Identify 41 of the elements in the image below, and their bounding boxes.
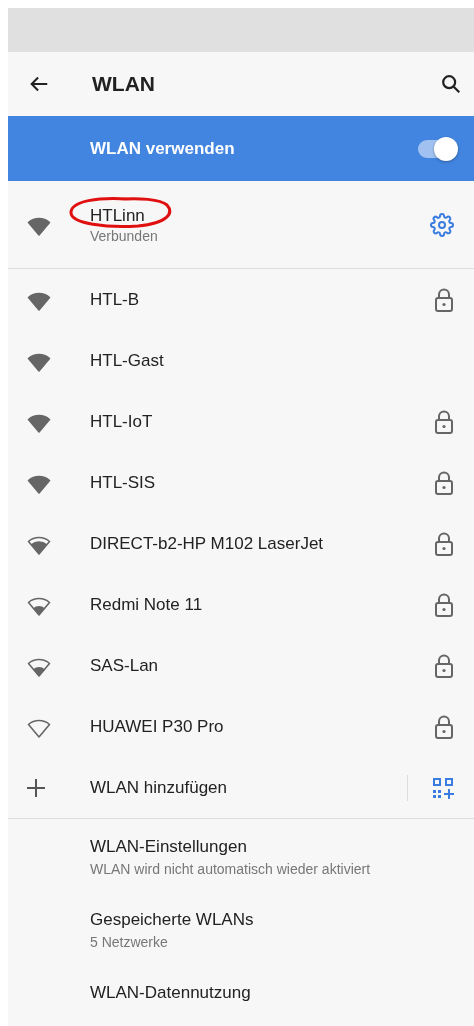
network-item[interactable]: Redmi Note 11 xyxy=(8,574,474,635)
qr-code-icon[interactable] xyxy=(432,776,454,799)
network-name: HTL-IoT xyxy=(90,411,154,432)
lock-icon xyxy=(434,592,454,617)
network-name: HUAWEI P30 Pro xyxy=(90,716,225,737)
network-item[interactable]: HTL-B xyxy=(8,269,474,330)
lock-icon xyxy=(434,287,454,312)
network-item[interactable]: DIRECT-b2-HP M102 LaserJet xyxy=(8,513,474,574)
lock-icon xyxy=(434,470,454,495)
wlan-switch[interactable] xyxy=(418,139,456,158)
network-item[interactable]: HTL-SIS xyxy=(8,452,474,513)
lock-icon xyxy=(434,531,454,556)
network-item[interactable]: SAS-Lan xyxy=(8,635,474,696)
setting-title: WLAN-Datennutzung xyxy=(90,983,252,1003)
lock-icon xyxy=(434,653,454,678)
network-item[interactable]: HUAWEI P30 Pro xyxy=(8,696,474,757)
page-title: WLAN xyxy=(92,72,156,96)
connection-status: Verbunden xyxy=(90,227,159,244)
lock-icon xyxy=(434,409,454,434)
network-name: HTL-SIS xyxy=(90,472,157,493)
setting-summary: WLAN wird nicht automatisch wieder aktiviert xyxy=(90,861,372,877)
setting-summary: 5 Netzwerke xyxy=(90,934,169,950)
settings-item[interactable]: WLAN-Einstellungen WLAN wird nicht automatisch wieder aktiviert xyxy=(8,819,474,892)
network-item[interactable]: HTL-Gast xyxy=(8,330,474,391)
network-name[interactable]: HTLinn xyxy=(90,205,430,226)
network-name: Redmi Note 11 xyxy=(90,594,204,615)
settings-icon[interactable] xyxy=(430,212,454,237)
setting-title: Gespeicherte WLANs xyxy=(90,910,255,930)
network-item[interactable]: HTL-IoT xyxy=(8,391,474,452)
plus-icon xyxy=(26,777,46,798)
add-network-link[interactable]: WLAN hinzufügen xyxy=(90,777,407,798)
lock-icon xyxy=(434,714,454,739)
network-name: HTL-B xyxy=(90,289,141,310)
toggle-label: WLAN verwenden xyxy=(90,138,236,159)
setting-title: WLAN-Einstellungen xyxy=(90,837,248,857)
network-name: HTL-Gast xyxy=(90,350,165,371)
settings-item[interactable]: Gespeicherte WLANs 5 Netzwerke xyxy=(8,892,474,965)
network-name: SAS-Lan xyxy=(90,655,160,676)
settings-item[interactable]: WLAN-Datennutzung xyxy=(8,965,474,1018)
network-name: DIRECT-b2-HP M102 LaserJet xyxy=(90,533,325,554)
search-button[interactable] xyxy=(440,73,462,95)
